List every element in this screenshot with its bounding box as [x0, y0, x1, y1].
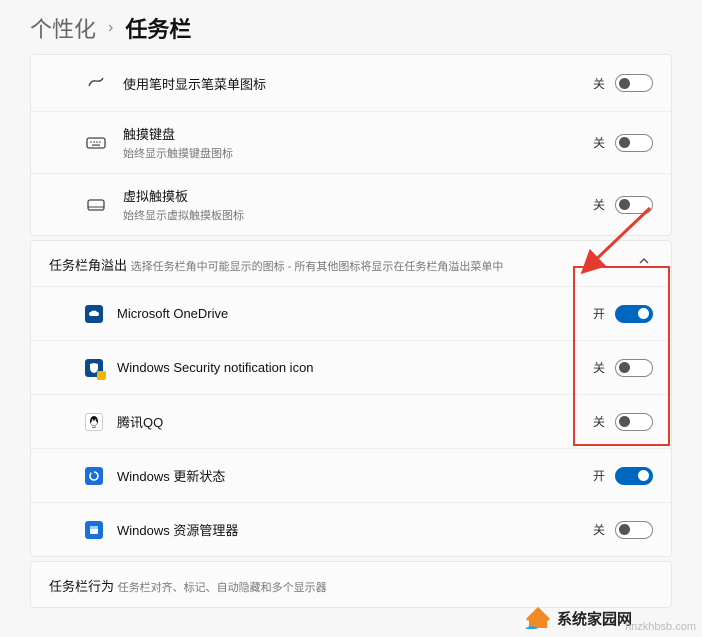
toggle-state-label: 关 — [593, 413, 605, 430]
site-logo-text: 系统家园网 — [557, 608, 632, 629]
row-subtitle: 始终显示虚拟触摸板图标 — [123, 207, 593, 223]
section-title: 任务栏角溢出 — [49, 258, 127, 273]
explorer-toggle[interactable] — [615, 521, 653, 539]
breadcrumb-parent[interactable]: 个性化 — [30, 12, 96, 44]
toggle-state-label: 关 — [593, 75, 605, 92]
section-subtitle: 选择任务栏角中可能显示的图标 - 所有其他图标将显示在任务栏角溢出菜单中 — [131, 261, 504, 273]
row-title: 使用笔时显示笔菜单图标 — [123, 74, 593, 93]
update-toggle[interactable] — [615, 467, 653, 485]
onedrive-icon — [85, 305, 103, 323]
row-subtitle: 始终显示触摸键盘图标 — [123, 145, 593, 161]
watermark: hnzkhbsb.com — [625, 621, 696, 633]
toggle-state-label: 关 — [593, 134, 605, 151]
toggle-state-label: 开 — [593, 467, 605, 484]
site-logo: 系统家园网 — [525, 607, 632, 629]
chevron-up-icon[interactable] — [635, 255, 653, 267]
behavior-panel[interactable]: 任务栏行为 任务栏对齐、标记、自动隐藏和多个显示器 — [30, 561, 672, 608]
breadcrumb: 个性化 › 任务栏 — [0, 0, 702, 54]
virtual-touchpad-toggle[interactable] — [615, 196, 653, 214]
pen-icon — [85, 73, 107, 93]
toggle-state-label: 关 — [593, 359, 605, 376]
touch-keyboard-toggle[interactable] — [615, 134, 653, 152]
onedrive-toggle[interactable] — [615, 305, 653, 323]
overflow-item-security: Windows Security notification icon 关 — [31, 340, 671, 394]
qq-icon — [85, 413, 103, 431]
overflow-item-label: Microsoft OneDrive — [117, 306, 593, 321]
breadcrumb-current: 任务栏 — [125, 12, 191, 44]
overflow-item-onedrive: Microsoft OneDrive 开 — [31, 286, 671, 340]
qq-toggle[interactable] — [615, 413, 653, 431]
section-title: 任务栏行为 — [49, 579, 114, 594]
section-subtitle: 任务栏对齐、标记、自动隐藏和多个显示器 — [118, 582, 327, 594]
security-toggle[interactable] — [615, 359, 653, 377]
corner-icons-panel: 使用笔时显示笔菜单图标 关 触摸键盘 始终显示触摸键盘图标 关 虚拟触摸板 始终… — [30, 54, 672, 236]
pen-toggle[interactable] — [615, 74, 653, 92]
overflow-item-qq: 腾讯QQ 关 — [31, 394, 671, 448]
overflow-item-label: 腾讯QQ — [117, 412, 593, 431]
overflow-panel: 任务栏角溢出 选择任务栏角中可能显示的图标 - 所有其他图标将显示在任务栏角溢出… — [30, 240, 672, 557]
explorer-icon — [85, 521, 103, 539]
overflow-item-label: Windows 更新状态 — [117, 466, 593, 485]
overflow-item-label: Windows 资源管理器 — [117, 520, 593, 539]
row-virtual-touchpad: 虚拟触摸板 始终显示虚拟触摸板图标 关 — [31, 173, 671, 235]
overflow-item-label: Windows Security notification icon — [117, 360, 593, 375]
keyboard-icon — [85, 133, 107, 153]
overflow-item-update: Windows 更新状态 开 — [31, 448, 671, 502]
toggle-state-label: 关 — [593, 521, 605, 538]
overflow-item-explorer: Windows 资源管理器 关 — [31, 502, 671, 556]
overflow-header[interactable]: 任务栏角溢出 选择任务栏角中可能显示的图标 - 所有其他图标将显示在任务栏角溢出… — [31, 241, 671, 286]
touchpad-icon — [85, 195, 107, 215]
row-pen-menu: 使用笔时显示笔菜单图标 关 — [31, 55, 671, 111]
update-icon — [85, 467, 103, 485]
row-touch-keyboard: 触摸键盘 始终显示触摸键盘图标 关 — [31, 111, 671, 173]
toggle-state-label: 开 — [593, 305, 605, 322]
row-title: 虚拟触摸板 — [123, 186, 593, 205]
chevron-right-icon: › — [108, 19, 113, 37]
behavior-header[interactable]: 任务栏行为 任务栏对齐、标记、自动隐藏和多个显示器 — [31, 562, 671, 607]
house-icon — [525, 607, 551, 629]
row-title: 触摸键盘 — [123, 124, 593, 143]
shield-icon — [85, 359, 103, 377]
toggle-state-label: 关 — [593, 196, 605, 213]
